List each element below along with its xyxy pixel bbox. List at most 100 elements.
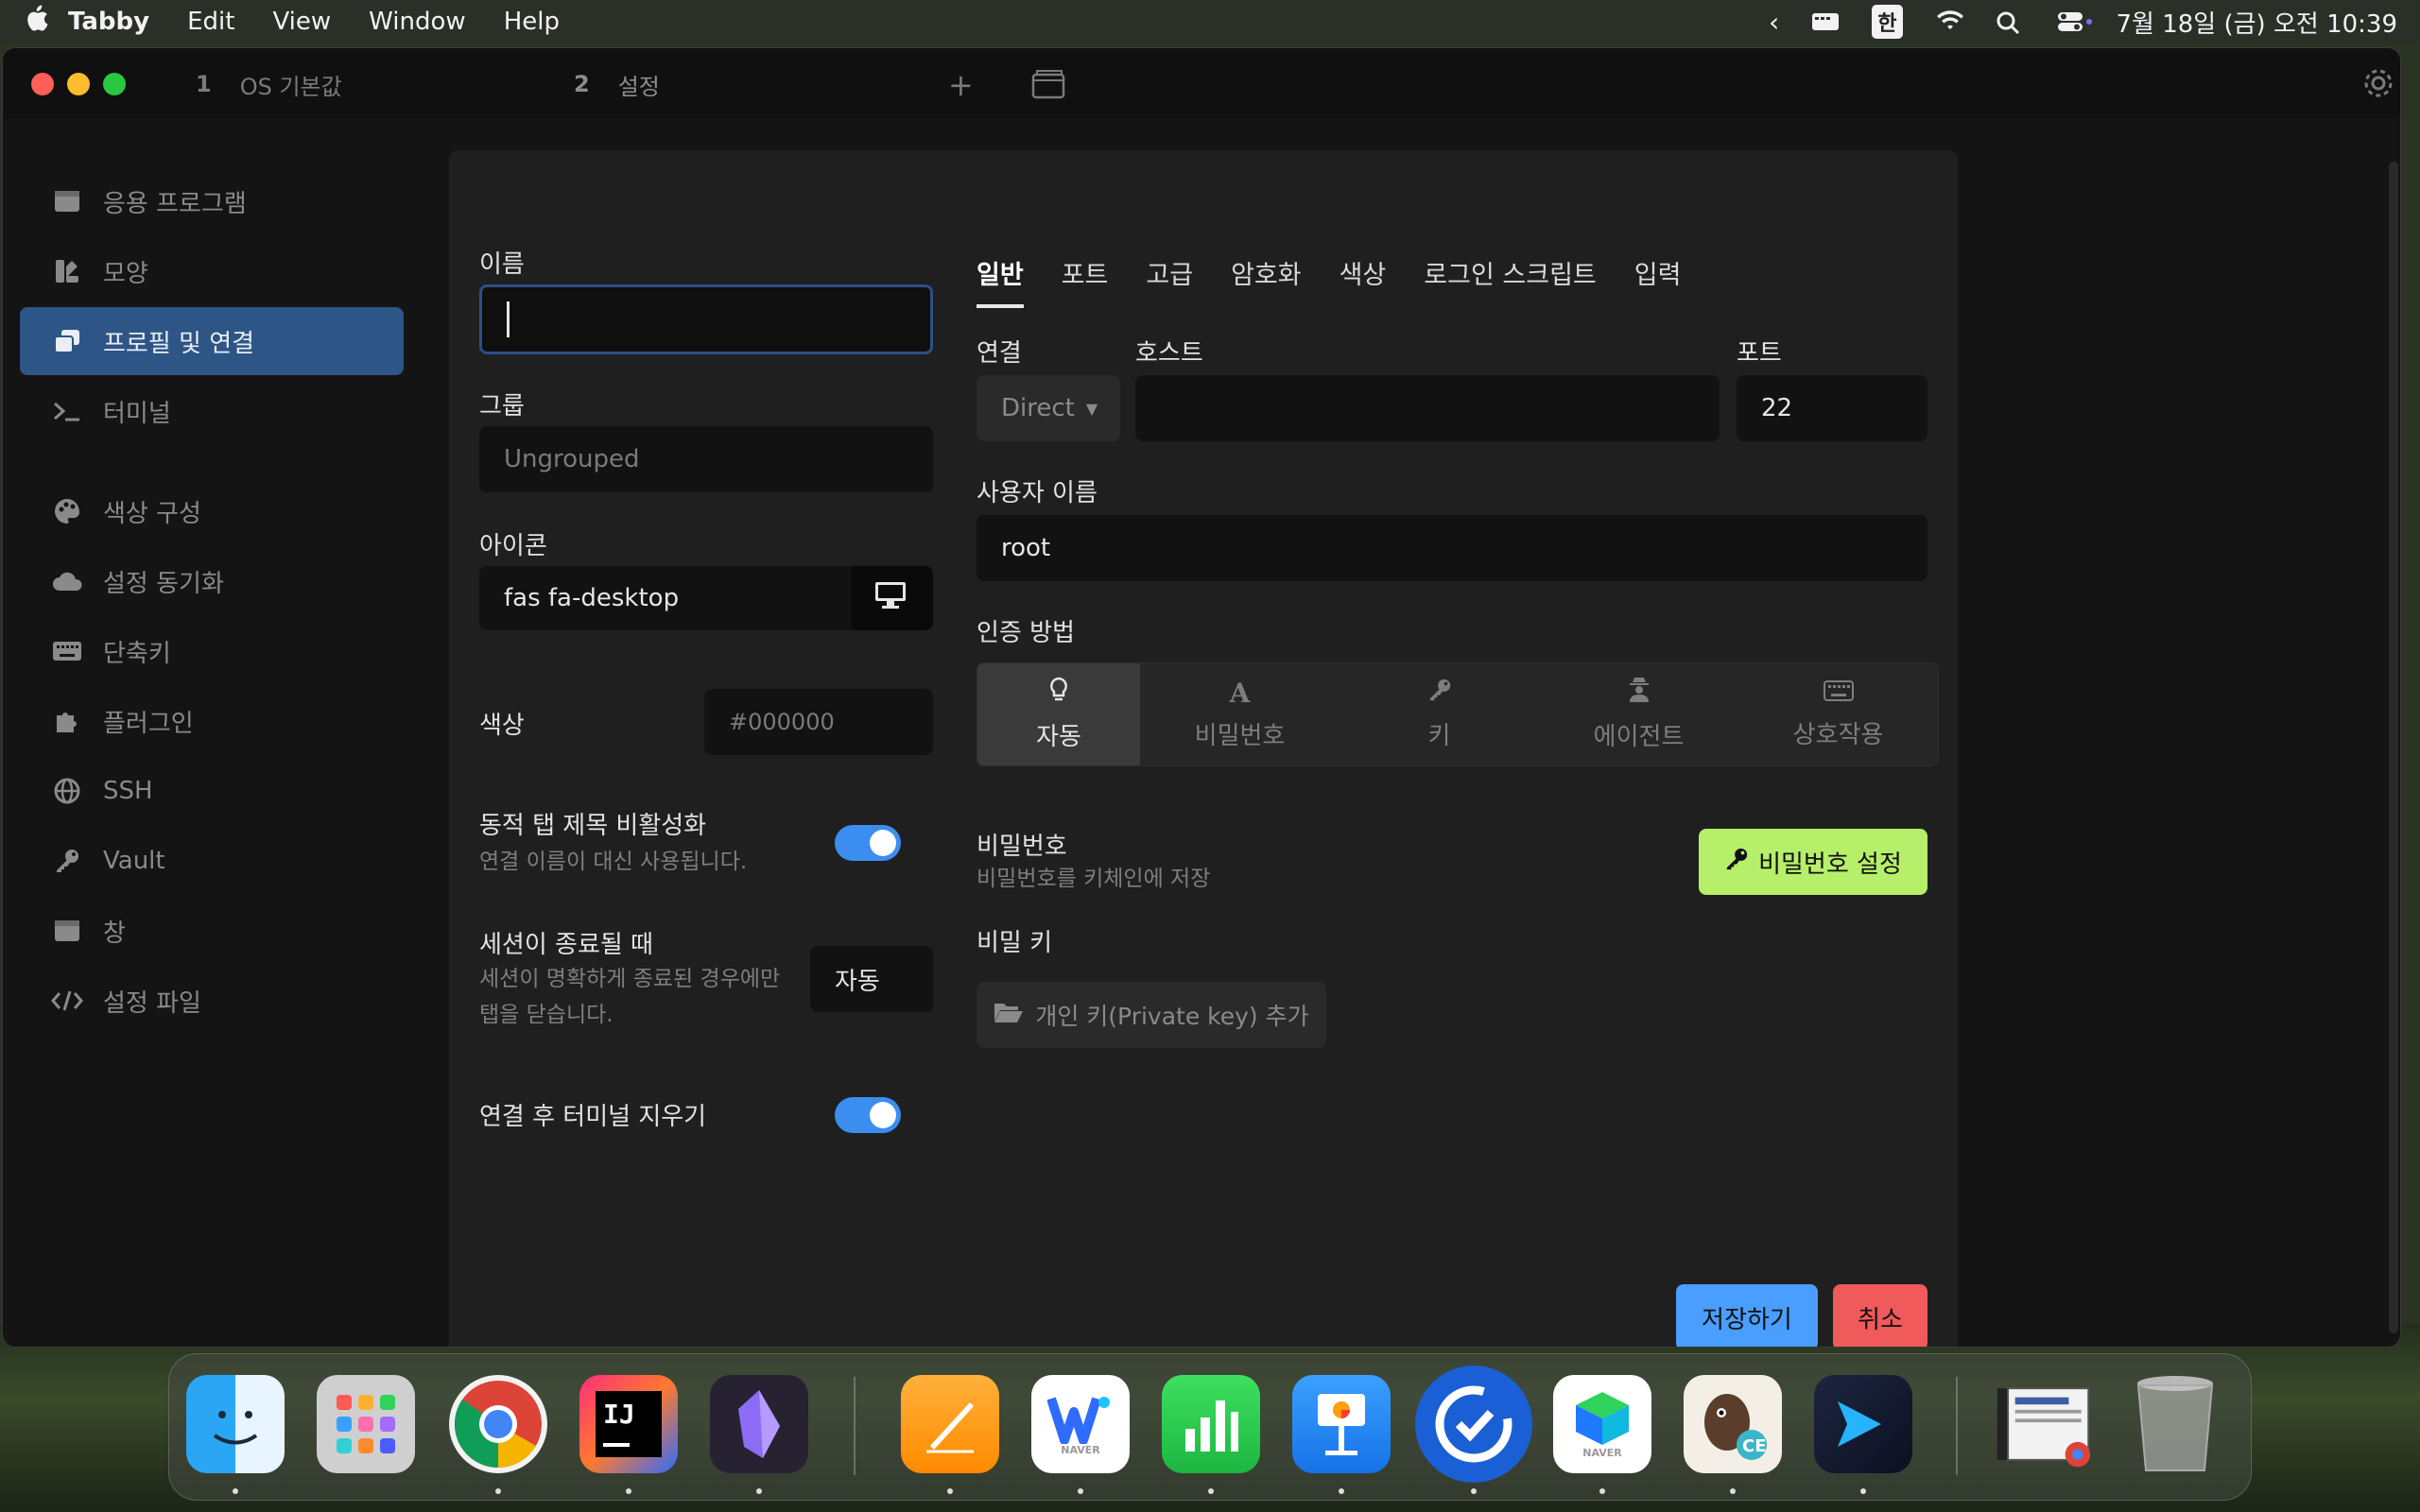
control-center-icon[interactable] bbox=[2056, 10, 2092, 33]
auth-option-agent[interactable]: 에이전트 bbox=[1539, 663, 1738, 765]
tab-ciphers[interactable]: 암호화 bbox=[1231, 254, 1302, 308]
menu-view[interactable]: View bbox=[272, 8, 331, 36]
auth-option-interactive[interactable]: 상호작용 bbox=[1738, 663, 1938, 765]
dock-running-indicator bbox=[947, 1488, 953, 1494]
profiles-icon[interactable] bbox=[1031, 69, 1065, 107]
auth-option-label: 상호작용 bbox=[1792, 720, 1884, 749]
apple-icon[interactable] bbox=[23, 3, 68, 41]
keyboard-icon bbox=[50, 641, 84, 662]
dock-app-sync[interactable] bbox=[1415, 1366, 1532, 1483]
clear-terminal-label: 연결 후 터미널 지우기 bbox=[479, 1103, 707, 1131]
session-end-description-line2: 탭을 닫습니다. bbox=[479, 1003, 614, 1027]
dock-app-naver-box[interactable]: NAVER bbox=[1553, 1375, 1651, 1473]
sidebar-item-label: 프로필 및 연결 bbox=[103, 329, 255, 358]
sidebar-item-appearance[interactable]: 모양 bbox=[20, 237, 404, 305]
name-input[interactable] bbox=[479, 284, 933, 354]
color-input[interactable]: #000000 bbox=[704, 689, 933, 755]
tab-settings[interactable]: 2 설정 bbox=[574, 61, 660, 107]
menubar-clock[interactable]: 7월 18일 (금) 오전 10:39 bbox=[2117, 5, 2398, 40]
sidebar-item-label: 창 bbox=[103, 919, 126, 948]
icon-input[interactable]: fas fa-desktop bbox=[479, 566, 857, 630]
dock-running-indicator bbox=[1730, 1488, 1736, 1494]
sidebar-item-profiles[interactable]: 프로필 및 연결 bbox=[20, 307, 404, 375]
add-private-key-button[interactable]: 개인 키(Private key) 추가 bbox=[977, 982, 1326, 1048]
menu-window[interactable]: Window bbox=[369, 8, 466, 36]
sidebar-item-hotkeys[interactable]: 단축키 bbox=[20, 617, 404, 685]
sidebar-item-label: 설정 파일 bbox=[103, 988, 201, 1018]
new-tab-icon[interactable]: + bbox=[948, 67, 974, 103]
tab-ports[interactable]: 포트 bbox=[1062, 254, 1109, 308]
sidebar-item-terminal[interactable]: 터미널 bbox=[20, 377, 404, 445]
session-end-select[interactable]: 자동 bbox=[810, 946, 933, 1012]
gear-icon[interactable] bbox=[2362, 67, 2394, 107]
auth-option-auto[interactable]: 자동 bbox=[977, 663, 1140, 765]
dynamic-title-toggle[interactable] bbox=[835, 825, 901, 861]
tab-os-default[interactable]: 1 OS 기본값 bbox=[196, 61, 342, 107]
dock-app-preview[interactable] bbox=[1994, 1375, 2092, 1473]
dock-app-launchpad[interactable] bbox=[317, 1375, 415, 1473]
dynamic-title-label: 동적 탭 제목 비활성화 bbox=[479, 812, 707, 840]
sidebar-item-plugins[interactable]: 플러그인 bbox=[20, 687, 404, 755]
menu-help[interactable]: Help bbox=[504, 8, 560, 36]
sidebar-item-label: Vault bbox=[103, 847, 165, 875]
menu-edit[interactable]: Edit bbox=[187, 8, 234, 36]
auth-option-key[interactable]: 키 bbox=[1340, 663, 1539, 765]
sidebar-item-label: 설정 동기화 bbox=[103, 569, 224, 598]
auth-method-label: 인증 방법 bbox=[977, 619, 1075, 647]
dock-app-whale[interactable]: NAVER bbox=[1031, 1375, 1130, 1473]
dock-app-chrome[interactable] bbox=[449, 1375, 547, 1473]
username-label: 사용자 이름 bbox=[977, 479, 1098, 507]
scrollbar[interactable] bbox=[2389, 162, 2398, 1333]
clear-terminal-toggle[interactable] bbox=[835, 1097, 901, 1133]
connection-select[interactable]: Direct ▼ bbox=[977, 375, 1120, 441]
sidebar-item-window[interactable]: 창 bbox=[20, 897, 404, 965]
menu-app-name[interactable]: Tabby bbox=[68, 8, 149, 36]
desktop-icon bbox=[874, 581, 907, 616]
tab-general[interactable]: 일반 bbox=[977, 254, 1024, 308]
save-button[interactable]: 저장하기 bbox=[1676, 1284, 1818, 1347]
host-input[interactable] bbox=[1135, 375, 1720, 441]
icon-preview-button[interactable] bbox=[852, 566, 933, 630]
windows-stack-icon bbox=[50, 329, 84, 353]
minimize-window-button[interactable] bbox=[67, 73, 90, 95]
palette-brush-icon bbox=[50, 259, 84, 284]
input-source-indicator[interactable]: 한 bbox=[1872, 5, 1903, 39]
password-label: 비밀번호 bbox=[977, 833, 1067, 861]
dock-app-obsidian[interactable] bbox=[710, 1375, 808, 1473]
dock-app-trash[interactable] bbox=[2126, 1375, 2224, 1473]
auth-option-password[interactable]: A 비밀번호 bbox=[1140, 663, 1340, 765]
sidebar-item-config-file[interactable]: 설정 파일 bbox=[20, 967, 404, 1035]
dock-app-dbeaver[interactable]: CE bbox=[1684, 1375, 1782, 1473]
sidebar-item-sync[interactable]: 설정 동기화 bbox=[20, 547, 404, 615]
dock-app-intellij[interactable]: IJ bbox=[579, 1375, 678, 1473]
sidebar-item-ssh[interactable]: SSH bbox=[20, 757, 404, 825]
tab-colors[interactable]: 색상 bbox=[1340, 254, 1387, 308]
sidebar-item-label: 터미널 bbox=[103, 399, 171, 428]
connection-select-value: Direct bbox=[1001, 394, 1075, 422]
display-icon[interactable] bbox=[1811, 10, 1840, 33]
sidebar-item-color-scheme[interactable]: 색상 구성 bbox=[20, 477, 404, 545]
search-icon[interactable] bbox=[1996, 10, 2024, 35]
dock-app-tabby[interactable] bbox=[1814, 1375, 1912, 1473]
close-window-button[interactable] bbox=[31, 73, 54, 95]
dock-app-finder[interactable] bbox=[186, 1375, 285, 1473]
port-input[interactable]: 22 bbox=[1737, 375, 1927, 441]
cancel-button[interactable]: 취소 bbox=[1833, 1284, 1927, 1347]
sidebar-item-label: 색상 구성 bbox=[103, 499, 201, 528]
sidebar-item-applications[interactable]: 응용 프로그램 bbox=[20, 167, 404, 235]
sidebar-item-vault[interactable]: Vault bbox=[20, 827, 404, 895]
dock-running-indicator bbox=[1471, 1488, 1477, 1494]
dock-app-numbers[interactable] bbox=[1162, 1375, 1260, 1473]
username-input[interactable]: root bbox=[977, 515, 1927, 581]
tab-advanced[interactable]: 고급 bbox=[1146, 254, 1193, 308]
set-password-button[interactable]: 비밀번호 설정 bbox=[1699, 829, 1927, 895]
tab-login-scripts[interactable]: 로그인 스크립트 bbox=[1424, 254, 1596, 308]
group-input[interactable]: Ungrouped bbox=[479, 426, 933, 492]
chevron-left-icon[interactable]: ‹ bbox=[1769, 7, 1779, 38]
zoom-window-button[interactable] bbox=[103, 73, 126, 95]
wifi-icon[interactable] bbox=[1935, 10, 1963, 33]
dock-app-keynote[interactable] bbox=[1292, 1375, 1391, 1473]
dock-running-indicator bbox=[1860, 1488, 1866, 1494]
dock-app-pages[interactable] bbox=[901, 1375, 999, 1473]
tab-input[interactable]: 입력 bbox=[1634, 254, 1682, 308]
